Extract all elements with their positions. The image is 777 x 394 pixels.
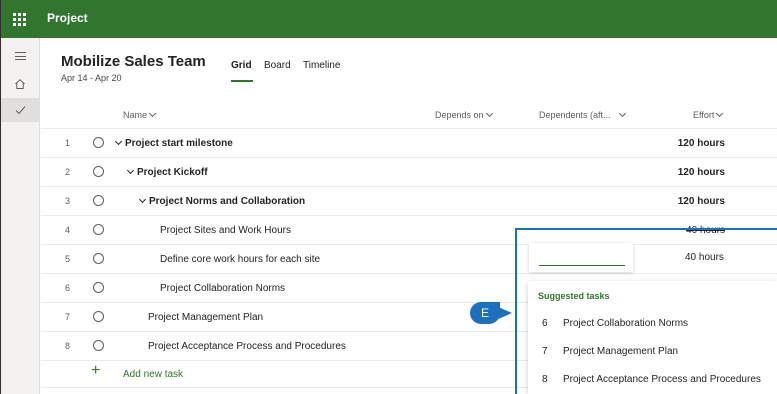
chevron-down-icon (485, 109, 493, 118)
window-edge (0, 0, 1, 394)
complete-task-checkbox[interactable] (93, 340, 104, 351)
suggested-task-name: Project Management Plan (563, 346, 679, 357)
suggested-task-item[interactable]: 7 Project Management Plan (528, 337, 777, 365)
complete-task-checkbox[interactable] (93, 282, 104, 293)
suggested-task-number: 7 (542, 346, 548, 357)
suggested-task-name: Project Acceptance Process and Procedure… (563, 374, 761, 385)
column-header-effort[interactable]: Effort (693, 109, 724, 120)
suggested-task-number: 8 (542, 374, 548, 385)
input-underline (539, 265, 625, 266)
column-header-effort-label: Effort (693, 110, 715, 120)
app-header: Project (0, 0, 777, 38)
chevron-down-icon (716, 109, 724, 118)
row-number: 4 (65, 225, 71, 235)
row-number: 5 (65, 254, 71, 264)
task-effort: 120 hours (677, 196, 725, 207)
task-name[interactable]: Project Collaboration Norms (160, 283, 285, 294)
callout-badge: E (470, 302, 500, 324)
active-tab-indicator (231, 80, 253, 82)
plan-dates: Apr 14 - Apr 20 (61, 73, 122, 83)
tab-grid[interactable]: Grid (231, 60, 252, 71)
add-new-task-button[interactable]: Add new task (123, 369, 183, 380)
task-name[interactable]: Project start milestone (114, 137, 233, 149)
dependents-input[interactable] (529, 243, 633, 272)
task-name-text: Project Kickoff (137, 167, 208, 178)
column-header-depends-on-label: Depends on (435, 110, 484, 120)
column-header-dependents[interactable]: Dependents (aft... (539, 109, 626, 120)
app-launcher-icon[interactable] (8, 8, 30, 30)
row-number: 1 (65, 138, 71, 148)
suggested-task-item[interactable]: 6 Project Collaboration Norms (528, 309, 777, 337)
suggested-tasks-dropdown: Suggested tasks 6 Project Collaboration … (528, 281, 777, 394)
task-name[interactable]: Project Kickoff (126, 166, 208, 178)
task-name[interactable]: Project Acceptance Process and Procedure… (148, 341, 346, 352)
task-name[interactable]: Project Management Plan (148, 312, 263, 323)
table-row[interactable]: 3 Project Norms and Collaboration 120 ho… (41, 187, 777, 216)
tab-board[interactable]: Board (264, 60, 291, 71)
suggested-task-number: 6 (542, 318, 548, 329)
suggested-tasks-header: Suggested tasks (538, 291, 610, 301)
complete-task-checkbox[interactable] (93, 224, 104, 235)
task-effort: 40 hours (685, 252, 724, 263)
left-rail (1, 38, 40, 394)
task-name[interactable]: Project Sites and Work Hours (160, 225, 291, 236)
chevron-down-icon (148, 109, 157, 118)
suggested-task-name: Project Collaboration Norms (563, 318, 689, 329)
suggested-task-item[interactable]: 8 Project Acceptance Process and Procedu… (528, 365, 777, 393)
menu-icon[interactable] (1, 44, 39, 68)
complete-task-checkbox[interactable] (93, 166, 104, 177)
task-name-text: Project start milestone (125, 138, 233, 149)
column-header-dependents-label: Dependents (aft... (539, 110, 611, 120)
column-header-name-label: Name (123, 110, 148, 120)
chevron-down-icon[interactable] (126, 166, 135, 175)
task-name[interactable]: Define core work hours for each site (160, 254, 320, 265)
row-number: 3 (65, 196, 71, 206)
app-title: Project (47, 11, 88, 25)
table-row[interactable]: 1 Project start milestone 120 hours (41, 129, 777, 158)
column-header-name[interactable]: Name (123, 109, 157, 120)
complete-task-checkbox[interactable] (93, 137, 104, 148)
row-number: 8 (65, 341, 71, 351)
task-name[interactable]: Project Norms and Collaboration (138, 195, 306, 207)
checkmark-icon[interactable] (1, 98, 39, 122)
complete-task-checkbox[interactable] (93, 195, 104, 206)
row-number: 2 (65, 167, 71, 177)
column-header-depends-on[interactable]: Depends on (435, 109, 493, 120)
row-number: 7 (65, 312, 71, 322)
plan-title: Mobilize Sales Team (61, 53, 206, 70)
table-row[interactable]: 2 Project Kickoff 120 hours (41, 158, 777, 187)
row-number: 6 (65, 283, 71, 293)
tab-timeline[interactable]: Timeline (303, 60, 340, 71)
chevron-down-icon[interactable] (114, 137, 123, 146)
plus-icon[interactable]: + (91, 362, 100, 380)
chevron-down-icon[interactable] (138, 195, 147, 204)
home-icon[interactable] (1, 72, 39, 96)
complete-task-checkbox[interactable] (93, 311, 104, 322)
task-name-text: Project Norms and Collaboration (149, 196, 306, 207)
chevron-down-icon (618, 109, 626, 118)
task-effort: 120 hours (677, 138, 725, 149)
complete-task-checkbox[interactable] (93, 253, 104, 264)
task-effort: 120 hours (677, 167, 725, 178)
